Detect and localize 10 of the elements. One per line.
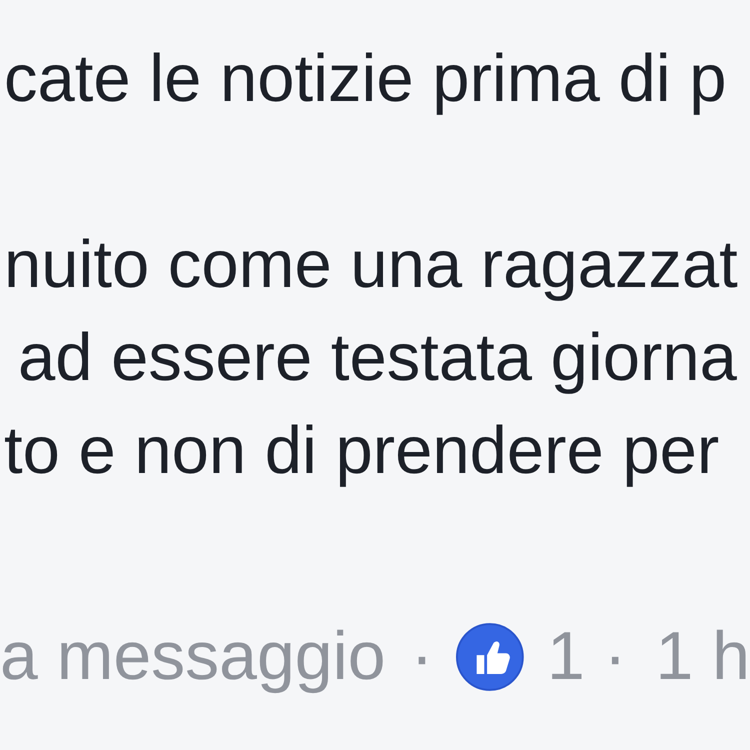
timestamp[interactable]: 1 h	[655, 610, 750, 703]
reaction-count[interactable]: 1	[546, 610, 585, 703]
middle-dot: ·	[410, 617, 434, 696]
thumbs-up-icon	[456, 620, 524, 692]
message-link[interactable]: a messaggio	[0, 610, 386, 703]
comment-text: ad essere testata giorna	[17, 319, 737, 397]
comment-text: cate le notizie prima di p	[3, 40, 726, 118]
comment-text: nuito come una ragazzat	[3, 226, 738, 304]
middle-dot: ·	[604, 617, 626, 696]
comment-text: to e non di prendere per	[3, 412, 720, 490]
